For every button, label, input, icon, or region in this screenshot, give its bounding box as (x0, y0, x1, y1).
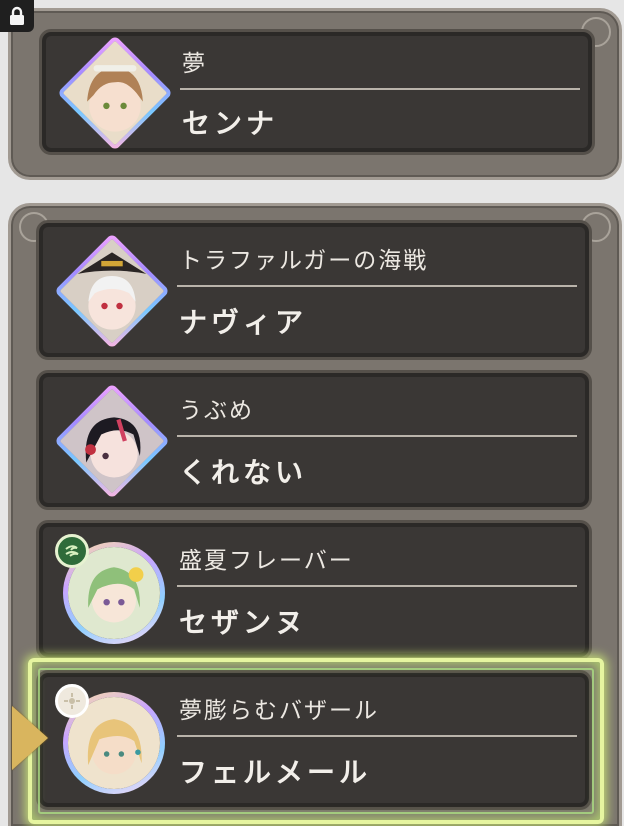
avatar-frame (55, 684, 161, 790)
character-card-senna[interactable]: 夢 センナ (39, 29, 595, 155)
character-name: フェルメール (179, 756, 372, 789)
light-element-icon (55, 684, 89, 718)
avatar (54, 233, 170, 349)
card-divider (177, 435, 577, 437)
avatar (54, 383, 170, 499)
card-title: うぶめ (179, 398, 254, 424)
lock-icon[interactable] (0, 0, 34, 32)
selection-arrow-icon (12, 706, 48, 770)
character-name: センナ (182, 107, 279, 140)
avatar (57, 35, 173, 151)
card-title: 夢膨らむバザール (179, 698, 379, 724)
avatar-frame (54, 233, 170, 349)
avatar-frame (54, 383, 170, 499)
card-divider (180, 88, 580, 90)
character-card-cezanne[interactable]: 盛夏フレーバー セザンヌ (36, 520, 592, 660)
card-divider (177, 735, 577, 737)
wind-element-icon (55, 534, 89, 568)
card-divider (177, 285, 577, 287)
character-name: ナヴィア (179, 306, 308, 339)
avatar-frame (55, 534, 161, 640)
character-card-vermeer[interactable]: 夢膨らむバザール フェルメール (36, 670, 592, 810)
card-title: 夢 (182, 51, 207, 77)
card-title: 盛夏フレーバー (179, 548, 354, 574)
pinned-panel: 夢 センナ (8, 8, 622, 180)
character-name: くれない (179, 456, 308, 489)
character-card-navia[interactable]: トラファルガーの海戦 ナヴィア (36, 220, 592, 360)
character-card-kurenai[interactable]: うぶめ くれない (36, 370, 592, 510)
card-title: トラファルガーの海戦 (179, 248, 429, 274)
character-name: セザンヌ (179, 606, 308, 639)
character-list-panel: トラファルガーの海戦 ナヴィア うぶめ くれない 盛夏フレーバー セザンヌ 夢膨… (8, 203, 622, 826)
avatar-frame (57, 35, 173, 151)
card-divider (177, 585, 577, 587)
